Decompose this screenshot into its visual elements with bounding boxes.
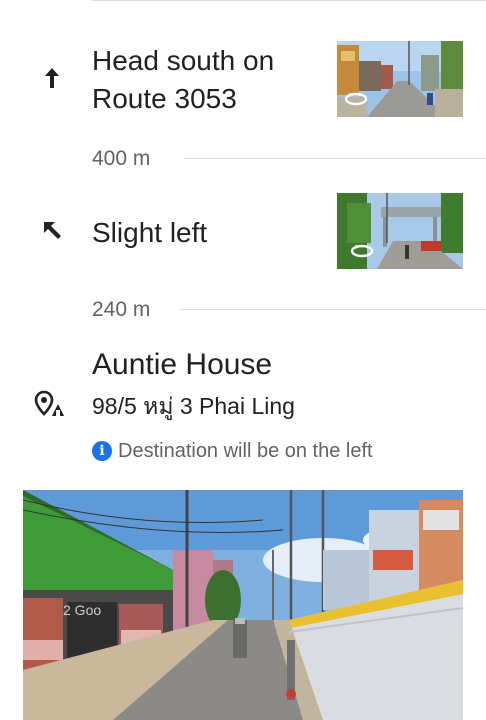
- step-1-distance: 400 m: [92, 147, 151, 170]
- step-1-distance-row: 400 m: [92, 144, 486, 174]
- step-2-distance: 240 m: [92, 298, 151, 321]
- arrow-up-icon: [36, 62, 68, 94]
- step-1-instruction: Head south on Route 3053: [92, 45, 275, 114]
- direction-step-2[interactable]: Slight left: [0, 192, 486, 272]
- distance-divider: [180, 309, 486, 310]
- destination-name: Auntie House: [92, 348, 273, 381]
- step-2-distance-row: 240 m: [92, 295, 486, 325]
- rotate-360-icon: [350, 244, 374, 258]
- info-icon: i: [92, 441, 112, 461]
- streetview-watermark: 2 Goo: [63, 602, 102, 618]
- top-divider: [92, 0, 486, 1]
- destination-address: 98/5 หมู่ 3 Phai Ling: [92, 393, 295, 419]
- step-1-streetview-thumbnail[interactable]: [337, 41, 463, 117]
- step-2-instruction: Slight left: [92, 217, 208, 248]
- destination-note: i Destination will be on the left: [92, 437, 373, 465]
- direction-step-1[interactable]: Head south on Route 3053: [0, 38, 486, 128]
- distance-divider: [184, 158, 486, 159]
- slight-left-icon: [36, 214, 68, 246]
- step-2-streetview-thumbnail[interactable]: [337, 193, 463, 269]
- destination-note-text: Destination will be on the left: [118, 439, 373, 462]
- destination-streetview-image[interactable]: 2 Goo: [23, 490, 463, 720]
- destination-pin-icon: [34, 390, 70, 420]
- rotate-360-icon: [344, 92, 368, 106]
